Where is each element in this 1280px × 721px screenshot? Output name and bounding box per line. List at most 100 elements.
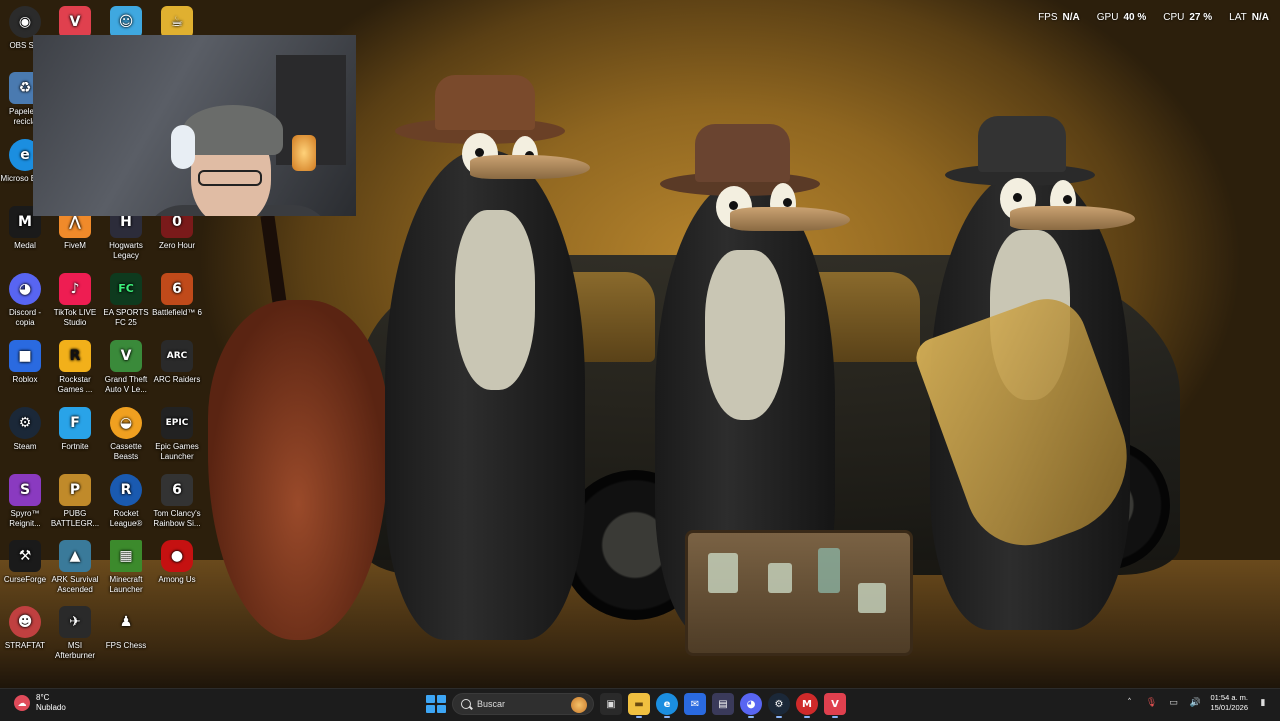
cassette-beasts-icon: ◒ xyxy=(110,407,142,439)
taskbar-file-explorer[interactable]: ▬ xyxy=(628,693,650,718)
taskbar-valorant[interactable]: V xyxy=(824,693,846,718)
gpu-readout: GPU 40 % xyxy=(1097,12,1146,23)
weather-widget[interactable]: ☁ 8°C Nublado xyxy=(14,693,66,713)
task-view-icon: ▣ xyxy=(606,698,616,710)
desktop-icon-rockstar[interactable]: R Rockstar Games ... xyxy=(50,340,100,395)
folder-icon: ▬ xyxy=(634,698,644,710)
desktop-icon-label: FPS Chess xyxy=(105,641,147,650)
desktop-icon-arc-raiders[interactable]: ARC ARC Raiders xyxy=(152,340,202,385)
desktop-icon-ark[interactable]: ▲ ARK Survival Ascended xyxy=(50,540,100,595)
edge-icon: e xyxy=(663,698,671,710)
latency-readout: LAT N/A xyxy=(1229,12,1269,23)
desktop-icon-cassette-beasts[interactable]: ◒ Cassette Beasts xyxy=(101,407,151,462)
taskbar-edge[interactable]: e xyxy=(656,693,678,718)
gta-icon: V xyxy=(110,340,142,372)
desktop-icon-label: EA SPORTS FC 25 xyxy=(103,308,149,327)
latency-value: N/A xyxy=(1251,12,1269,23)
start-button[interactable] xyxy=(424,693,446,715)
taskbar-discord[interactable]: ◕ xyxy=(740,693,762,718)
desktop-icon-battlefield[interactable]: 6 Battlefield™ 6 xyxy=(152,273,202,318)
wallpaper-sticker xyxy=(858,583,886,613)
desktop-icon-label: Fortnite xyxy=(61,442,89,451)
wallpaper-beak xyxy=(730,207,850,231)
volume-icon[interactable]: 🔊 xyxy=(1188,698,1202,708)
desktop-icon-label: FiveM xyxy=(64,241,86,250)
wallpaper-hat xyxy=(435,75,535,130)
desktop-icon-among-us[interactable]: ● Among Us xyxy=(152,540,202,585)
chevron-up-icon[interactable]: ˄ xyxy=(1122,698,1136,708)
desktop-icon-rocket-league[interactable]: R Rocket League® xyxy=(101,474,151,529)
valorant-icon: V xyxy=(831,698,839,710)
desktop-icon-msi-afterburner[interactable]: ✈ MSI Afterburner xyxy=(50,606,100,661)
taskbar-steam[interactable]: ⚙ xyxy=(768,693,790,718)
desktop-icon-label: ARK Survival Ascended xyxy=(51,575,99,594)
store-icon: ▤ xyxy=(718,698,728,710)
mail-icon: ✉ xyxy=(690,698,700,710)
wallpaper-beak xyxy=(1010,206,1135,230)
desktop-icon-discord[interactable]: ◕ Discord - copia xyxy=(0,273,50,328)
wallpaper-suitcase xyxy=(685,530,913,656)
search-highlight-icon xyxy=(571,697,587,713)
desktop-icon-roblox[interactable]: ■ Roblox xyxy=(0,340,50,385)
desktop-icon-gta[interactable]: V Grand Theft Auto V Le... xyxy=(101,340,151,395)
desktop-icon-rainbow-six[interactable]: 6 Tom Clancy's Rainbow Si... xyxy=(152,474,202,529)
steam-icon: ⚙ xyxy=(774,698,784,710)
fps-value: N/A xyxy=(1062,12,1080,23)
desktop-icon-curseforge[interactable]: ⚒ CurseForge xyxy=(0,540,50,585)
desktop-icon-tiktok[interactable]: ♪ TikTok LIVE Studio xyxy=(50,273,100,328)
weather-temperature: 8°C xyxy=(36,693,50,702)
network-icon[interactable]: ▭ xyxy=(1166,698,1180,708)
microphone-icon[interactable]: 🎙 xyxy=(1144,698,1158,708)
desktop-icon-minecraft[interactable]: ▦ Minecraft Launcher xyxy=(101,540,151,595)
desktop-icon-label: Rockstar Games ... xyxy=(57,375,93,394)
tiktok-icon: ♪ xyxy=(59,273,91,305)
desktop-icon-epic-games[interactable]: EPIC Epic Games Launcher xyxy=(152,407,202,462)
desktop-icon-label: CurseForge xyxy=(3,575,47,584)
desktop-icon-fortnite[interactable]: F Fortnite xyxy=(50,407,100,452)
cuphead-icon: ☕ xyxy=(161,6,193,38)
desktop-icon-label: ARC Raiders xyxy=(153,375,201,384)
desktop-icon-ea-fc[interactable]: FC EA SPORTS FC 25 xyxy=(101,273,151,328)
taskbar-medal[interactable]: M xyxy=(796,693,818,718)
desktop-icon-pubg[interactable]: P PUBG BATTLEGR... xyxy=(50,474,100,529)
desktop-icon-label: Grand Theft Auto V Le... xyxy=(104,375,148,394)
rockstar-icon: R xyxy=(59,340,91,372)
rocket-league-icon: R xyxy=(110,474,142,506)
among-us-icon: ● xyxy=(161,540,193,572)
wallpaper-sticker xyxy=(768,563,792,593)
desktop-icon-steam[interactable]: ⚙ Steam xyxy=(0,407,50,452)
windows-logo-icon xyxy=(437,695,446,703)
spyro-icon: S xyxy=(9,474,41,506)
taskbar-store[interactable]: ▤ xyxy=(712,693,734,715)
msi-afterburner-icon: ✈ xyxy=(59,606,91,638)
taskbar-search[interactable]: Buscar xyxy=(452,693,594,715)
desktop-icon-fps-chess[interactable]: ♟ FPS Chess xyxy=(101,606,151,651)
battlefield-icon: 6 xyxy=(161,273,193,305)
wallpaper-hat xyxy=(978,116,1066,172)
desktop-icon-label: Battlefield™ 6 xyxy=(152,308,202,317)
cpu-label: CPU xyxy=(1163,12,1185,23)
task-view-button[interactable]: ▣ xyxy=(600,693,622,715)
ark-icon: ▲ xyxy=(59,540,91,572)
desktop-icon-spyro[interactable]: S Spyro™ Reignit... xyxy=(0,474,50,529)
notification-icon[interactable]: ▮ xyxy=(1256,698,1270,708)
medal-icon: M xyxy=(802,698,812,710)
discord-icon: ◕ xyxy=(746,698,756,710)
strafttat-icon: ☻ xyxy=(9,606,41,638)
weather-description: Nublado xyxy=(36,703,66,712)
epic-games-icon: EPIC xyxy=(161,407,193,439)
curseforge-icon: ⚒ xyxy=(9,540,41,572)
wallpaper-hat xyxy=(695,124,790,182)
desktop-icon-label: PUBG BATTLEGR... xyxy=(50,509,100,528)
desktop-icon-label: Cassette Beasts xyxy=(110,442,142,461)
desktop-icon-label: Epic Games Launcher xyxy=(155,442,199,461)
taskbar: ☁ 8°C Nublado Buscar ▣ ▬ e ✉ ▤ ◕ ⚙ M V ˄… xyxy=(0,688,1280,721)
desktop-icon-label: Hogwarts Legacy xyxy=(109,241,143,260)
clock[interactable]: 01:54 a. m. 15/01/2026 xyxy=(1210,693,1248,713)
clock-date: 15/01/2026 xyxy=(1210,703,1248,712)
desktop-icon-strafttat[interactable]: ☻ STRAFTAT xyxy=(0,606,50,651)
webcam-lamp xyxy=(292,135,316,171)
webcam-overlay xyxy=(33,35,356,216)
cpu-value: 27 % xyxy=(1189,12,1213,23)
taskbar-outlook[interactable]: ✉ xyxy=(684,693,706,715)
